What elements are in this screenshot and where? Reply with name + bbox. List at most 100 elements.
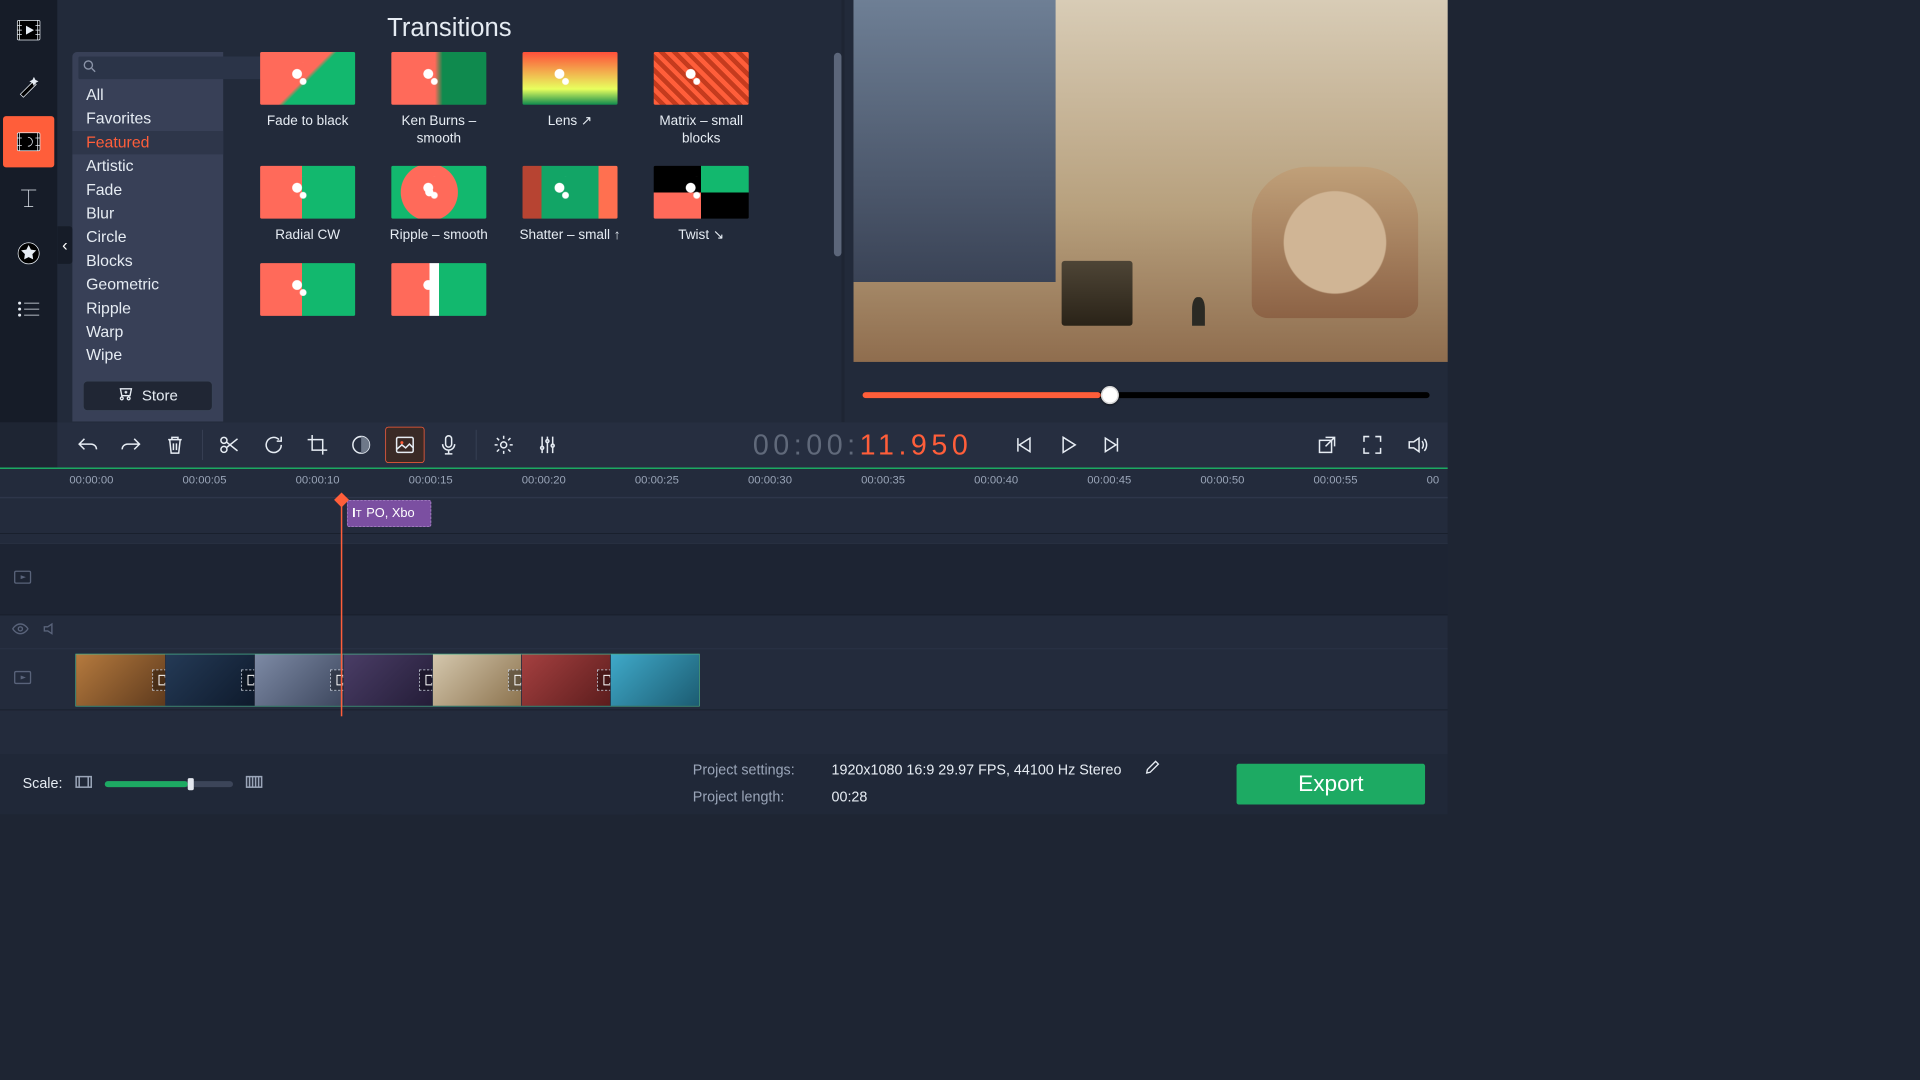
thumb-image <box>391 52 486 105</box>
ruler-tick: 00:00:10 <box>296 474 340 487</box>
transition-thumb-4[interactable]: Radial CW <box>255 166 361 243</box>
thumb-label: Radial CW <box>275 226 340 243</box>
video-track-icon <box>12 667 33 692</box>
zoom-in-icon[interactable] <box>245 774 263 794</box>
split-button[interactable] <box>210 427 249 463</box>
zoom-out-icon[interactable] <box>75 774 93 794</box>
category-favorites[interactable]: Favorites <box>72 107 223 131</box>
mute-icon[interactable] <box>42 621 59 640</box>
panel-scrollbar[interactable] <box>834 53 842 257</box>
category-warp[interactable]: Warp <box>72 320 223 344</box>
rail-effects[interactable] <box>3 60 54 111</box>
video-clip-3[interactable] <box>343 654 432 705</box>
video-clip-0[interactable] <box>76 654 165 705</box>
popout-button[interactable] <box>1307 427 1346 463</box>
prev-button[interactable] <box>1002 427 1041 463</box>
category-geometric[interactable]: Geometric <box>72 273 223 297</box>
zoom-slider[interactable] <box>105 781 233 787</box>
video-clip-6[interactable] <box>610 654 699 705</box>
tracks-area: IT PO, Xbo <box>0 498 1448 717</box>
rail-stickers[interactable] <box>3 228 54 279</box>
title-clip[interactable]: IT PO, Xbo <box>347 500 431 527</box>
title-track[interactable]: IT PO, Xbo <box>0 498 1448 534</box>
seek-knob[interactable] <box>1101 386 1119 404</box>
category-zoom[interactable]: Zoom <box>72 368 223 370</box>
store-label: Store <box>142 387 178 404</box>
thumb-image <box>260 166 355 219</box>
play-button[interactable] <box>1048 427 1087 463</box>
transition-thumb-6[interactable]: Shatter – small ↑ <box>517 166 623 243</box>
transition-thumb-0[interactable]: Fade to black <box>255 52 361 146</box>
rail-transitions[interactable] <box>3 116 54 167</box>
store-button[interactable]: Store <box>83 381 213 411</box>
video-clip-2[interactable] <box>254 654 343 705</box>
next-button[interactable] <box>1093 427 1132 463</box>
transition-thumb-9[interactable] <box>386 263 492 316</box>
thumb-image <box>260 52 355 105</box>
category-blocks[interactable]: Blocks <box>72 249 223 273</box>
record-audio-button[interactable] <box>429 427 468 463</box>
tool-rail <box>0 0 57 422</box>
transition-thumb-2[interactable]: Lens ↗ <box>517 52 623 146</box>
project-settings-label: Project settings: <box>693 757 814 784</box>
transition-thumb-3[interactable]: Matrix – small blocks <box>648 52 754 146</box>
rail-media[interactable] <box>3 5 54 56</box>
category-circle[interactable]: Circle <box>72 226 223 250</box>
transport-controls <box>1002 427 1132 463</box>
time-ruler[interactable]: 00:00:0000:00:0500:00:1000:00:1500:00:20… <box>0 467 1448 497</box>
cart-icon <box>118 386 135 406</box>
export-button[interactable]: Export <box>1237 764 1426 805</box>
ruler-tick: 00:00:00 <box>69 474 113 487</box>
thumb-label: Fade to black <box>267 112 348 129</box>
crop-button[interactable] <box>298 427 337 463</box>
thumb-label: Ken Burns – smooth <box>386 112 492 146</box>
transition-thumb-7[interactable]: Twist ↘ <box>648 166 754 243</box>
category-fade[interactable]: Fade <box>72 178 223 202</box>
ruler-tick: 00:00:20 <box>522 474 566 487</box>
preview-tools <box>1307 427 1437 463</box>
video-clip-1[interactable] <box>165 654 254 705</box>
transition-thumb-8[interactable] <box>255 263 361 316</box>
thumb-label: Matrix – small blocks <box>648 112 754 146</box>
collapse-panel-button[interactable]: ‹ <box>57 226 72 264</box>
thumb-label: Shatter – small ↑ <box>519 226 620 243</box>
video-track[interactable] <box>0 648 1448 710</box>
clip-properties-button[interactable] <box>385 427 424 463</box>
video-clip-4[interactable] <box>432 654 521 705</box>
search-input[interactable] <box>78 57 270 80</box>
category-wipe[interactable]: Wipe <box>72 344 223 368</box>
overlay-track[interactable] <box>0 543 1448 615</box>
ruler-tick: 00:00:30 <box>748 474 792 487</box>
ruler-tick: 00:00:35 <box>861 474 905 487</box>
thumb-image <box>654 166 749 219</box>
status-bar: Scale: Project settings: 1920x1080 16:9 … <box>0 754 1448 814</box>
rail-titles[interactable] <box>3 172 54 223</box>
edit-settings-icon[interactable] <box>1146 757 1161 784</box>
visibility-icon[interactable] <box>12 623 29 639</box>
category-artistic[interactable]: Artistic <box>72 155 223 179</box>
delete-button[interactable] <box>155 427 194 463</box>
rotate-button[interactable] <box>254 427 293 463</box>
settings-button[interactable] <box>484 427 523 463</box>
preview-seekbar[interactable] <box>863 392 1430 398</box>
redo-button[interactable] <box>112 427 151 463</box>
category-blur[interactable]: Blur <box>72 202 223 226</box>
thumb-grid: Fade to black Ken Burns – smooth Lens ↗ Mat… <box>223 52 841 421</box>
video-clip-5[interactable] <box>521 654 610 705</box>
category-ripple[interactable]: Ripple <box>72 297 223 321</box>
transition-thumb-1[interactable]: Ken Burns – smooth <box>386 52 492 146</box>
transition-thumb-5[interactable]: Ripple – smooth <box>386 166 492 243</box>
transitions-panel: Transitions ✕ AllFavoritesFeaturedArtist… <box>57 0 841 422</box>
color-adjust-button[interactable] <box>342 427 381 463</box>
category-featured[interactable]: Featured <box>72 131 223 155</box>
fullscreen-button[interactable] <box>1353 427 1392 463</box>
volume-button[interactable] <box>1398 427 1437 463</box>
category-all[interactable]: All <box>72 84 223 108</box>
rail-more[interactable] <box>3 284 54 335</box>
equalizer-button[interactable] <box>528 427 567 463</box>
zoom-knob[interactable] <box>188 778 194 790</box>
playhead[interactable] <box>341 498 343 717</box>
project-info: Project settings: 1920x1080 16:9 29.97 F… <box>693 757 1161 811</box>
clip-strip[interactable] <box>75 654 699 707</box>
undo-button[interactable] <box>68 427 107 463</box>
